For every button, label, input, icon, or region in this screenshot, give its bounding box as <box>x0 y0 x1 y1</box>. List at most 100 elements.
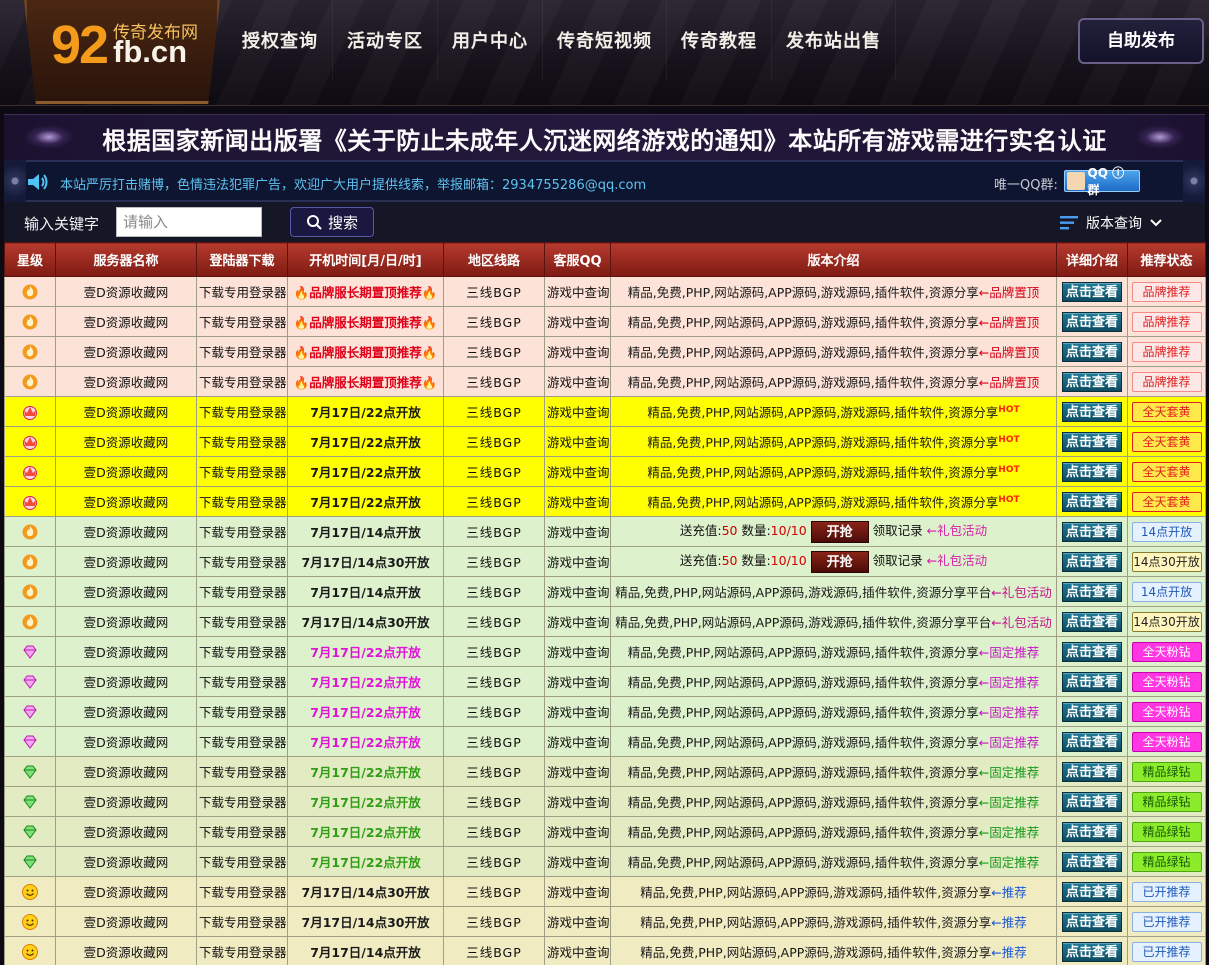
view-details-button[interactable]: 点击查看 <box>1062 491 1122 512</box>
qq-group-badge[interactable]: QQ ⓘ 群 <box>1064 166 1140 197</box>
server-name[interactable]: 壹D资源收藏网 <box>55 366 197 397</box>
self-publish-button[interactable]: 自助发布 <box>1078 18 1204 64</box>
view-details-button[interactable]: 点击查看 <box>1062 311 1122 332</box>
open-time: 7月17日/22点开放 <box>287 456 444 487</box>
download-link[interactable]: 下载专用登录器 <box>196 906 288 937</box>
server-name[interactable]: 壹D资源收藏网 <box>55 546 197 577</box>
download-link[interactable]: 下载专用登录器 <box>196 816 288 847</box>
server-name[interactable]: 壹D资源收藏网 <box>55 756 197 787</box>
server-name[interactable]: 壹D资源收藏网 <box>55 846 197 877</box>
view-details-button[interactable]: 点击查看 <box>1062 341 1122 362</box>
gift-count: 10/10 <box>770 553 807 569</box>
nav-auth-query[interactable]: 授权查询 <box>228 0 333 80</box>
version-query-dropdown[interactable]: 版本查询 <box>1060 212 1180 234</box>
view-details-button[interactable]: 点击查看 <box>1062 611 1122 632</box>
download-link[interactable]: 下载专用登录器 <box>196 876 288 907</box>
download-link[interactable]: 下载专用登录器 <box>196 786 288 817</box>
view-details-button[interactable]: 点击查看 <box>1062 821 1122 842</box>
download-link[interactable]: 下载专用登录器 <box>196 366 288 397</box>
view-details-button[interactable]: 点击查看 <box>1062 761 1122 782</box>
view-details-button[interactable]: 点击查看 <box>1062 431 1122 452</box>
view-details-button[interactable]: 点击查看 <box>1062 521 1122 542</box>
view-details-button[interactable]: 点击查看 <box>1062 641 1122 662</box>
server-name[interactable]: 壹D资源收藏网 <box>55 816 197 847</box>
server-name[interactable]: 壹D资源收藏网 <box>55 276 197 307</box>
download-link[interactable]: 下载专用登录器 <box>196 516 288 547</box>
server-name[interactable]: 壹D资源收藏网 <box>55 696 197 727</box>
search-button[interactable]: 搜索 <box>290 207 374 237</box>
download-link[interactable]: 下载专用登录器 <box>196 396 288 427</box>
download-link[interactable]: 下载专用登录器 <box>196 456 288 487</box>
status-badge: 精品绿钻 <box>1131 791 1202 812</box>
nav-tutorials[interactable]: 传奇教程 <box>667 0 772 80</box>
server-name[interactable]: 壹D资源收藏网 <box>55 666 197 697</box>
star-cell <box>4 876 56 907</box>
view-details-button[interactable]: 点击查看 <box>1062 581 1122 602</box>
server-name[interactable]: 壹D资源收藏网 <box>55 936 197 965</box>
server-name[interactable]: 壹D资源收藏网 <box>55 516 197 547</box>
view-details-button[interactable]: 点击查看 <box>1062 731 1122 752</box>
gift-activity-link[interactable]: ←礼包活动 <box>927 523 987 538</box>
server-name[interactable]: 壹D资源收藏网 <box>55 336 197 367</box>
view-details-button[interactable]: 点击查看 <box>1062 851 1122 872</box>
intro-suffix-tag: ←推荐 <box>991 945 1027 960</box>
download-link[interactable]: 下载专用登录器 <box>196 936 288 965</box>
download-link[interactable]: 下载专用登录器 <box>196 576 288 607</box>
download-link[interactable]: 下载专用登录器 <box>196 546 288 577</box>
nav-site-sale[interactable]: 发布站出售 <box>772 0 896 80</box>
view-details-button[interactable]: 点击查看 <box>1062 371 1122 392</box>
gift-label: 送充值: <box>679 553 722 569</box>
server-name[interactable]: 壹D资源收藏网 <box>55 636 197 667</box>
view-details-button[interactable]: 点击查看 <box>1062 701 1122 722</box>
download-link[interactable]: 下载专用登录器 <box>196 756 288 787</box>
intro-suffix-tag: ←礼包活动 <box>991 585 1052 600</box>
gift-activity-link[interactable]: ←礼包活动 <box>927 553 987 568</box>
view-details-button[interactable]: 点击查看 <box>1062 791 1122 812</box>
claim-record-link[interactable]: 领取记录 <box>873 553 923 568</box>
details-cell: 点击查看 <box>1056 546 1128 577</box>
grab-button[interactable]: 开抢 <box>810 520 869 543</box>
nav-short-video[interactable]: 传奇短视频 <box>543 0 667 80</box>
server-name[interactable]: 壹D资源收藏网 <box>55 576 197 607</box>
status-badge: 全天套黄 <box>1131 431 1202 452</box>
download-link[interactable]: 下载专用登录器 <box>196 486 288 517</box>
search-input[interactable] <box>116 207 262 237</box>
download-link[interactable]: 下载专用登录器 <box>196 276 288 307</box>
view-details-button[interactable]: 点击查看 <box>1062 941 1122 962</box>
table-row: 壹D资源收藏网 下载专用登录器 🔥品牌服长期置顶推荐🔥 三线BGP 游戏中查询 精品,免费… <box>4 366 1206 397</box>
view-details-button[interactable]: 点击查看 <box>1062 281 1122 302</box>
view-details-button[interactable]: 点击查看 <box>1062 911 1122 932</box>
download-link[interactable]: 下载专用登录器 <box>196 726 288 757</box>
server-name[interactable]: 壹D资源收藏网 <box>55 726 197 757</box>
server-name[interactable]: 壹D资源收藏网 <box>55 426 197 457</box>
download-link[interactable]: 下载专用登录器 <box>196 426 288 457</box>
nav-user-center[interactable]: 用户中心 <box>438 0 543 80</box>
download-link[interactable]: 下载专用登录器 <box>196 696 288 727</box>
site-logo[interactable]: 92 传奇发布网 fb.cn <box>24 0 220 104</box>
download-link[interactable]: 下载专用登录器 <box>196 336 288 367</box>
server-name[interactable]: 壹D资源收藏网 <box>55 396 197 427</box>
download-link[interactable]: 下载专用登录器 <box>196 606 288 637</box>
server-name[interactable]: 壹D资源收藏网 <box>55 876 197 907</box>
server-name[interactable]: 壹D资源收藏网 <box>55 486 197 517</box>
claim-record-link[interactable]: 领取记录 <box>873 523 923 538</box>
server-name[interactable]: 壹D资源收藏网 <box>55 606 197 637</box>
server-name[interactable]: 壹D资源收藏网 <box>55 906 197 937</box>
intro-suffix-tag: HOT <box>998 404 1020 415</box>
view-details-button[interactable]: 点击查看 <box>1062 461 1122 482</box>
download-link[interactable]: 下载专用登录器 <box>196 306 288 337</box>
server-name[interactable]: 壹D资源收藏网 <box>55 306 197 337</box>
download-link[interactable]: 下载专用登录器 <box>196 666 288 697</box>
view-details-button[interactable]: 点击查看 <box>1062 551 1122 572</box>
download-link[interactable]: 下载专用登录器 <box>196 636 288 667</box>
server-name[interactable]: 壹D资源收藏网 <box>55 786 197 817</box>
view-details-button[interactable]: 点击查看 <box>1062 881 1122 902</box>
view-details-button[interactable]: 点击查看 <box>1062 671 1122 692</box>
details-cell: 点击查看 <box>1056 306 1128 337</box>
nav-activities[interactable]: 活动专区 <box>333 0 438 80</box>
view-details-button[interactable]: 点击查看 <box>1062 401 1122 422</box>
status-badge: 精品绿钻 <box>1131 761 1202 782</box>
server-name[interactable]: 壹D资源收藏网 <box>55 456 197 487</box>
grab-button[interactable]: 开抢 <box>810 550 869 573</box>
download-link[interactable]: 下载专用登录器 <box>196 846 288 877</box>
